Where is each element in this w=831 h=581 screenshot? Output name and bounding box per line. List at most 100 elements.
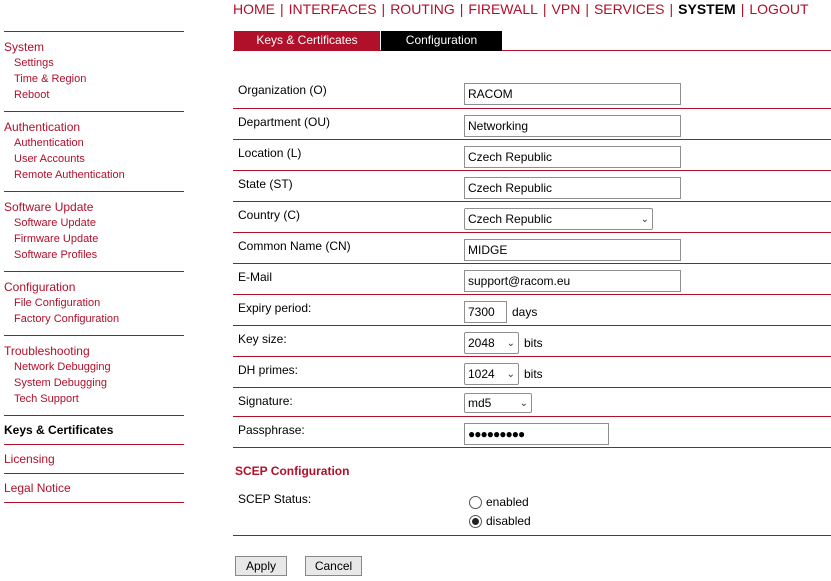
passphrase-input[interactable]: ●●●●●●●●● <box>464 423 609 445</box>
form-row-organization: Organization (O) <box>233 77 831 109</box>
signature-label: Signature: <box>238 394 293 408</box>
sidebar-item-firmware-update[interactable]: Firmware Update <box>4 231 184 247</box>
tab-keys-certificates[interactable]: Keys & Certificates <box>234 31 380 51</box>
sidebar-item-reboot[interactable]: Reboot <box>4 87 184 103</box>
country-label: Country (C) <box>238 208 301 222</box>
sidebar-group-authentication: Authentication Authentication User Accou… <box>4 111 184 191</box>
dh-primes-label: DH primes: <box>238 363 299 377</box>
sidebar-group-system: System Settings Time & Region Reboot <box>4 31 184 111</box>
apply-button[interactable]: Apply <box>235 556 287 576</box>
key-size-label: Key size: <box>238 332 287 346</box>
signature-value: md5 <box>468 396 492 410</box>
top-nav: HOME | INTERFACES | ROUTING | FIREWALL | VPN | SER… <box>233 1 831 19</box>
sidebar-group-software-update: Software Update Software Update Firmware… <box>4 191 184 271</box>
chevron-down-icon: ⌄ <box>506 368 515 380</box>
location-label: Location (L) <box>238 146 302 160</box>
sidebar-group-keys: Keys & Certificates <box>4 415 184 444</box>
common-name-label: Common Name (CN) <box>238 239 351 253</box>
form-row-key-size: Key size: 2048 ⌄ bits <box>233 326 831 357</box>
sidebar-item-software-update-group[interactable]: Software Update <box>4 199 184 215</box>
sidebar-item-system[interactable]: System <box>4 39 184 55</box>
sidebar-group-legal: Legal Notice <box>4 473 184 503</box>
scep-disabled-option[interactable]: disabled <box>469 514 531 528</box>
form-row-expiry: Expiry period: days <box>233 295 831 326</box>
sidebar-item-configuration-group[interactable]: Configuration <box>4 279 184 295</box>
chevron-down-icon: ⌄ <box>506 337 515 349</box>
form-row-state: State (ST) <box>233 171 831 202</box>
expiry-unit: days <box>512 305 538 319</box>
dh-primes-unit: bits <box>524 367 543 381</box>
scep-enabled-label: enabled <box>486 495 529 509</box>
radio-icon[interactable] <box>469 495 482 509</box>
chevron-down-icon: ⌄ <box>640 213 649 225</box>
sidebar-item-troubleshooting-group[interactable]: Troubleshooting <box>4 343 184 359</box>
tab-bar: Keys & Certificates Configuration <box>233 31 831 51</box>
sidebar-item-software-update[interactable]: Software Update <box>4 215 184 231</box>
scep-disabled-label: disabled <box>486 514 531 528</box>
sidebar-item-authentication[interactable]: Authentication <box>4 135 184 151</box>
department-input[interactable] <box>464 115 681 137</box>
sidebar-item-keys-certificates[interactable]: Keys & Certificates <box>4 422 184 438</box>
nav-firewall[interactable]: FIREWALL <box>468 1 538 17</box>
email-input[interactable] <box>464 270 681 292</box>
key-size-select[interactable]: 2048 ⌄ <box>464 332 519 354</box>
nav-home[interactable]: HOME <box>233 1 275 17</box>
form-row-email: E-Mail <box>233 264 831 295</box>
sidebar-item-remote-authentication[interactable]: Remote Authentication <box>4 167 184 183</box>
form-row-passphrase: Passphrase: ●●●●●●●●● <box>233 417 831 448</box>
department-label: Department (OU) <box>238 115 331 129</box>
tab-configuration[interactable]: Configuration <box>381 31 502 51</box>
sidebar-item-time-region[interactable]: Time & Region <box>4 71 184 87</box>
nav-routing[interactable]: ROUTING <box>390 1 455 17</box>
signature-select[interactable]: md5 ⌄ <box>464 393 532 413</box>
sidebar-item-file-configuration[interactable]: File Configuration <box>4 295 184 311</box>
form-row-department: Department (OU) <box>233 109 831 140</box>
state-label: State (ST) <box>238 177 293 191</box>
state-input[interactable] <box>464 177 681 199</box>
nav-separator: | <box>459 1 464 17</box>
chevron-down-icon: ⌄ <box>519 397 528 409</box>
nav-services[interactable]: SERVICES <box>594 1 665 17</box>
form-row-country: Country (C) Czech Republic ⌄ <box>233 202 831 233</box>
scep-section-title: SCEP Configuration <box>235 464 350 478</box>
sidebar-item-licensing[interactable]: Licensing <box>4 451 184 467</box>
sidebar-item-authentication-group[interactable]: Authentication <box>4 119 184 135</box>
email-label: E-Mail <box>238 270 273 284</box>
organization-label: Organization (O) <box>238 83 327 97</box>
nav-separator: | <box>381 1 386 17</box>
cancel-button[interactable]: Cancel <box>305 556 362 576</box>
organization-input[interactable] <box>464 83 681 105</box>
radio-checked-icon[interactable] <box>469 514 482 528</box>
sidebar-item-software-profiles[interactable]: Software Profiles <box>4 247 184 263</box>
sidebar-item-tech-support[interactable]: Tech Support <box>4 391 184 407</box>
expiry-input[interactable] <box>464 301 507 323</box>
nav-logout[interactable]: LOGOUT <box>749 1 808 17</box>
nav-separator: | <box>740 1 745 17</box>
scep-status-label: SCEP Status: <box>238 492 312 506</box>
nav-separator: | <box>280 1 284 17</box>
sidebar-item-factory-configuration[interactable]: Factory Configuration <box>4 311 184 327</box>
nav-interfaces[interactable]: INTERFACES <box>289 1 377 17</box>
sidebar-group-troubleshooting: Troubleshooting Network Debugging System… <box>4 335 184 415</box>
location-input[interactable] <box>464 146 681 168</box>
sidebar-item-network-debugging[interactable]: Network Debugging <box>4 359 184 375</box>
sidebar-item-settings[interactable]: Settings <box>4 55 184 71</box>
sidebar-group-licensing: Licensing <box>4 444 184 473</box>
form-row-location: Location (L) <box>233 140 831 171</box>
key-size-value: 2048 <box>468 336 495 350</box>
scep-status-row: SCEP Status: enabled disabled <box>233 484 831 536</box>
sidebar-group-configuration: Configuration File Configuration Factory… <box>4 271 184 335</box>
nav-system[interactable]: SYSTEM <box>678 1 736 17</box>
sidebar: System Settings Time & Region Reboot Aut… <box>4 31 184 503</box>
sidebar-item-system-debugging[interactable]: System Debugging <box>4 375 184 391</box>
key-size-unit: bits <box>524 336 543 350</box>
country-select[interactable]: Czech Republic ⌄ <box>464 208 653 230</box>
dh-primes-select[interactable]: 1024 ⌄ <box>464 363 519 385</box>
sidebar-item-legal-notice[interactable]: Legal Notice <box>4 480 184 496</box>
scep-enabled-option[interactable]: enabled <box>469 495 529 509</box>
form-row-dh-primes: DH primes: 1024 ⌄ bits <box>233 357 831 388</box>
common-name-input[interactable] <box>464 239 681 261</box>
sidebar-item-user-accounts[interactable]: User Accounts <box>4 151 184 167</box>
nav-separator: | <box>585 1 589 17</box>
nav-vpn[interactable]: VPN <box>552 1 581 17</box>
